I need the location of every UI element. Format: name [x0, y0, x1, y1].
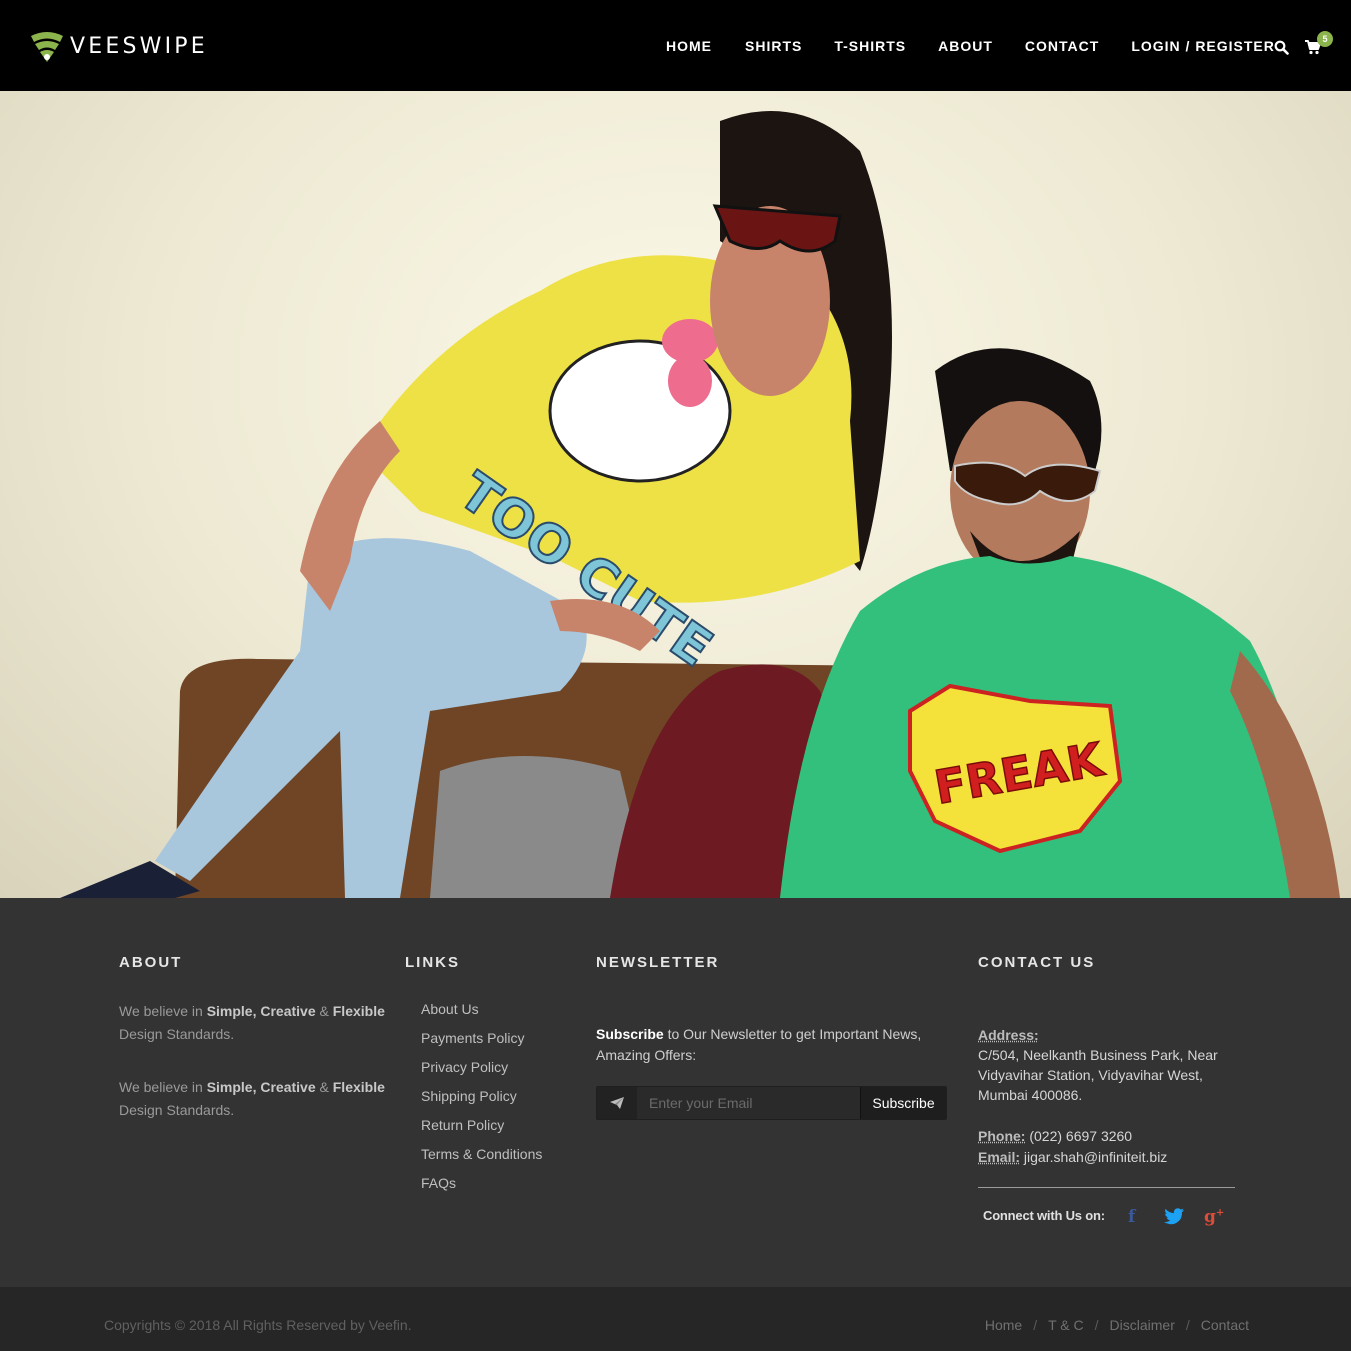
about-text: We believe in [119, 1079, 207, 1095]
nav-about[interactable]: ABOUT [938, 38, 993, 54]
footer-contact-title: CONTACT US [978, 954, 1096, 971]
footer-link-about-us[interactable]: About Us [421, 1001, 542, 1030]
address-text: C/504, Neelkanth Business Park, Near Vid… [978, 1047, 1218, 1103]
phone-value: (022) 6697 3260 [1029, 1128, 1133, 1144]
bottom-link-terms[interactable]: T & C [1048, 1317, 1084, 1333]
site-footer: ABOUT We believe in Simple, Creative & F… [0, 898, 1351, 1287]
footer-link-faqs[interactable]: FAQs [421, 1175, 542, 1204]
brand-name: VEESWIPE [70, 33, 208, 59]
newsletter-email-input[interactable] [637, 1087, 860, 1119]
about-text: & [315, 1079, 333, 1095]
bottom-bar: Copyrights © 2018 All Rights Reserved by… [0, 1287, 1351, 1351]
nav-shirts[interactable]: SHIRTS [745, 38, 802, 54]
nav-home[interactable]: HOME [666, 38, 712, 54]
contact-phone-row: Phone: (022) 6697 3260 [978, 1126, 1238, 1146]
phone-label: Phone: [978, 1128, 1026, 1144]
footer-newsletter-title: NEWSLETTER [596, 954, 720, 971]
hero-banner: TOO CUTE FREAK [0, 91, 1351, 898]
footer-about-paragraph-1: We believe in Simple, Creative & Flexibl… [119, 1000, 389, 1046]
footer-about-title: ABOUT [119, 954, 183, 971]
bottom-separator: / [1033, 1317, 1038, 1333]
about-text-bold: Simple, Creative [206, 1003, 316, 1019]
twitter-icon[interactable] [1164, 1208, 1184, 1225]
footer-link-return-policy[interactable]: Return Policy [421, 1117, 542, 1146]
about-text: We believe in [119, 1003, 207, 1019]
nav-t-shirts[interactable]: T-SHIRTS [834, 38, 906, 54]
facebook-icon[interactable]: f [1128, 1207, 1135, 1227]
nav-login-register[interactable]: LOGIN / REGISTER [1131, 38, 1275, 54]
footer-about-paragraph-2: We believe in Simple, Creative & Flexibl… [119, 1076, 389, 1122]
search-icon[interactable] [1274, 40, 1289, 55]
bottom-separator: / [1185, 1317, 1190, 1333]
logo[interactable]: VEESWIPE [30, 30, 208, 62]
paper-plane-icon [597, 1087, 637, 1119]
google-plus-icon[interactable]: g+ [1204, 1207, 1224, 1227]
footer-link-payments-policy[interactable]: Payments Policy [421, 1030, 542, 1059]
contact-address-block: Address: C/504, Neelkanth Business Park,… [978, 1025, 1238, 1105]
copyright-text: Copyrights © 2018 All Rights Reserved by… [104, 1317, 412, 1333]
about-text: & [315, 1003, 333, 1019]
hero-photo: TOO CUTE FREAK [60, 111, 1340, 898]
bottom-link-home[interactable]: Home [985, 1317, 1022, 1333]
logo-mark-icon [31, 32, 63, 62]
about-text: Design Standards. [119, 1026, 235, 1042]
bottom-link-contact[interactable]: Contact [1201, 1317, 1249, 1333]
footer-link-shipping-policy[interactable]: Shipping Policy [421, 1088, 542, 1117]
about-text: Design Standards. [119, 1102, 235, 1118]
newsletter-form: Subscribe [596, 1086, 947, 1120]
contact-email-row: Email: jigar.shah@infiniteit.biz [978, 1147, 1238, 1167]
footer-links-title: LINKS [405, 954, 460, 971]
connect-label: Connect with Us on: [983, 1208, 1105, 1223]
subscribe-button[interactable]: Subscribe [860, 1087, 946, 1119]
footer-link-terms-conditions[interactable]: Terms & Conditions [421, 1146, 542, 1175]
address-label: Address: [978, 1027, 1039, 1043]
cart-count-badge: 5 [1317, 31, 1333, 47]
main-nav: HOME SHIRTS T-SHIRTS ABOUT CONTACT LOGIN… [666, 38, 1275, 54]
nav-contact[interactable]: CONTACT [1025, 38, 1099, 54]
footer-links-list: About Us Payments Policy Privacy Policy … [421, 1001, 542, 1204]
newsletter-description: Subscribe to Our Newsletter to get Impor… [596, 1024, 946, 1066]
bottom-links: Home / T & C / Disclaimer / Contact [985, 1317, 1249, 1333]
bottom-separator: / [1094, 1317, 1099, 1333]
email-value[interactable]: jigar.shah@infiniteit.biz [1024, 1149, 1167, 1165]
newsletter-text-bold: Subscribe [596, 1026, 664, 1042]
about-text-bold: Flexible [332, 1079, 385, 1095]
about-text-bold: Flexible [332, 1003, 385, 1019]
contact-divider [978, 1187, 1235, 1188]
email-label: Email: [978, 1149, 1021, 1165]
about-text-bold: Simple, Creative [206, 1079, 316, 1095]
bottom-link-disclaimer[interactable]: Disclaimer [1110, 1317, 1175, 1333]
footer-link-privacy-policy[interactable]: Privacy Policy [421, 1059, 542, 1088]
site-header: VEESWIPE HOME SHIRTS T-SHIRTS ABOUT CONT… [0, 0, 1351, 91]
